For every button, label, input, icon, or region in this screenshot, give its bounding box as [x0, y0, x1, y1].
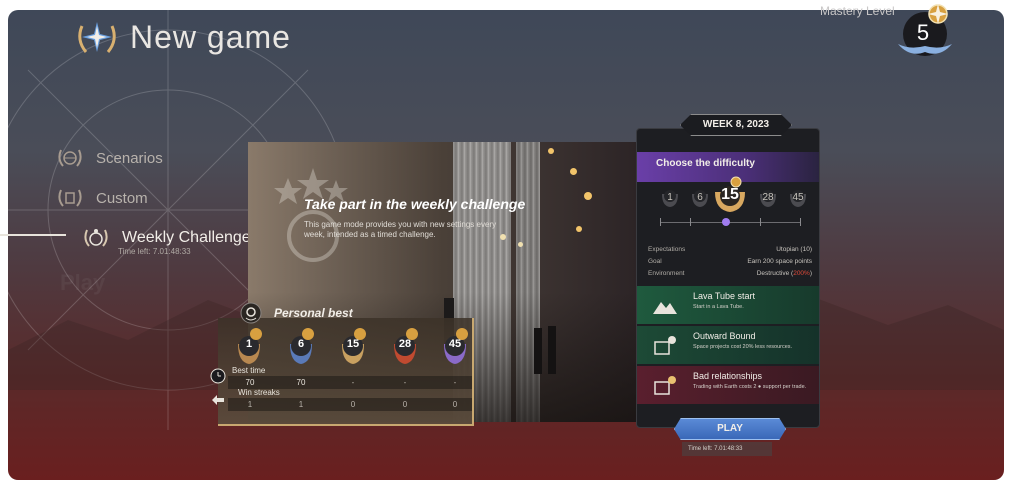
- emblem-icon: [274, 168, 348, 262]
- medal-number: 45: [448, 338, 462, 350]
- stat-label: Environment: [648, 270, 685, 277]
- challenge-title: Take part in the weekly challenge: [304, 196, 526, 212]
- modifier-title: Outward Bound: [693, 331, 756, 341]
- page-title: New game: [130, 18, 291, 55]
- difficulty-option[interactable]: 45: [787, 192, 809, 203]
- clock-icon: [210, 368, 226, 384]
- stat-value: Earn 200 space points: [747, 258, 812, 265]
- personal-best-title: Personal best: [274, 306, 353, 320]
- medal-number: 6: [297, 338, 305, 350]
- stat-value-text: Destructive (: [756, 270, 794, 277]
- win-streak-value: 0: [452, 400, 458, 409]
- active-indicator: [0, 234, 66, 236]
- light-decoration: [548, 148, 554, 154]
- light-decoration: [518, 242, 523, 247]
- modifier-description: Trading with Earth costs 2 ● support per…: [693, 384, 807, 390]
- slider-tick: [760, 218, 761, 226]
- difficulty-option[interactable]: 28: [757, 192, 779, 203]
- page-header: New game: [72, 16, 291, 58]
- light-decoration: [584, 192, 592, 200]
- best-time-value: 70: [296, 378, 306, 387]
- difficulty-slider-track[interactable]: [660, 222, 800, 223]
- menu-item-label: Weekly Challenge: [122, 229, 251, 246]
- stat-value: Utopian (10): [776, 246, 812, 253]
- best-time-value: 70: [245, 378, 255, 387]
- play-time-left: Time left: 7.01:48:33: [682, 442, 772, 456]
- menu-item-label: Custom: [96, 189, 148, 207]
- modifier-title: Bad relationships: [693, 371, 763, 381]
- difficulty-option[interactable]: 1: [659, 192, 681, 203]
- stat-value-suffix: ): [809, 270, 812, 277]
- modifier-outward-bound[interactable]: Outward Bound Space projects cost 20% le…: [637, 326, 819, 364]
- menu-item-scenarios[interactable]: Scenarios: [56, 146, 163, 170]
- win-streak-value: 1: [298, 400, 304, 409]
- streak-arrows-icon: [212, 395, 224, 405]
- best-time-value: -: [351, 378, 355, 387]
- crate-icon: [654, 336, 676, 355]
- medal-number: 1: [245, 338, 253, 350]
- laurel-star-icon: [78, 22, 116, 53]
- menu-item-label: Scenarios: [96, 149, 163, 167]
- win-streaks-label: Win streaks: [238, 388, 280, 397]
- win-streak-value: 0: [402, 400, 408, 409]
- win-streak-value: 1: [247, 400, 253, 409]
- best-time-value: -: [403, 378, 407, 387]
- week-label: WEEK 8, 2023: [680, 114, 792, 136]
- light-decoration: [576, 226, 582, 232]
- mastery-level-value: 5: [916, 20, 930, 45]
- difficulty-slider-handle[interactable]: [722, 218, 730, 226]
- slider-tick: [660, 218, 661, 226]
- slider-tick: [690, 218, 691, 226]
- menu-item-custom[interactable]: Custom: [56, 186, 148, 210]
- weekly-challenge-icon: [84, 229, 108, 247]
- modifier-lava-tube[interactable]: Lava Tube start Start in a Lava Tube.: [637, 286, 819, 324]
- stat-label: Goal: [648, 258, 662, 265]
- weekly-time-left: Time left: 7.01:48:33: [118, 247, 191, 256]
- win-streak-value: 0: [350, 400, 356, 409]
- difficulty-title: Choose the difficulty: [656, 158, 755, 169]
- light-decoration: [570, 168, 577, 175]
- mountain-icon: [653, 302, 677, 314]
- modifier-description: Start in a Lava Tube.: [693, 304, 744, 310]
- best-time-value: -: [453, 378, 457, 387]
- slider-tick: [800, 218, 801, 226]
- mastery-level-label: Mastery Level: [820, 4, 895, 18]
- play-button[interactable]: PLAY: [674, 418, 786, 440]
- stat-value-highlight: 200%: [793, 270, 810, 277]
- difficulty-option[interactable]: 6: [689, 192, 711, 203]
- modifier-bad-relationships[interactable]: Bad relationships Trading with Earth cos…: [637, 366, 819, 404]
- difficulty-option-selected[interactable]: 15: [719, 186, 741, 204]
- best-time-label: Best time: [232, 366, 266, 375]
- medal-number: 15: [346, 338, 360, 350]
- personal-best-icon: [240, 302, 262, 324]
- scenarios-icon: [58, 149, 82, 167]
- custom-icon: [58, 189, 82, 207]
- stat-value-environment: Destructive (200%): [757, 270, 812, 277]
- trade-crate-icon: [654, 376, 676, 395]
- ghost-text: Play: [60, 270, 106, 295]
- figure-decoration: [548, 326, 556, 374]
- modifier-description: Space projects cost 20% less resources.: [693, 344, 793, 350]
- stat-label: Expectations: [648, 246, 686, 253]
- modifier-title: Lava Tube start: [693, 291, 756, 301]
- medal-number: 28: [398, 338, 412, 350]
- challenge-description: This game mode provides you with new set…: [304, 220, 497, 239]
- figure-decoration: [534, 328, 542, 374]
